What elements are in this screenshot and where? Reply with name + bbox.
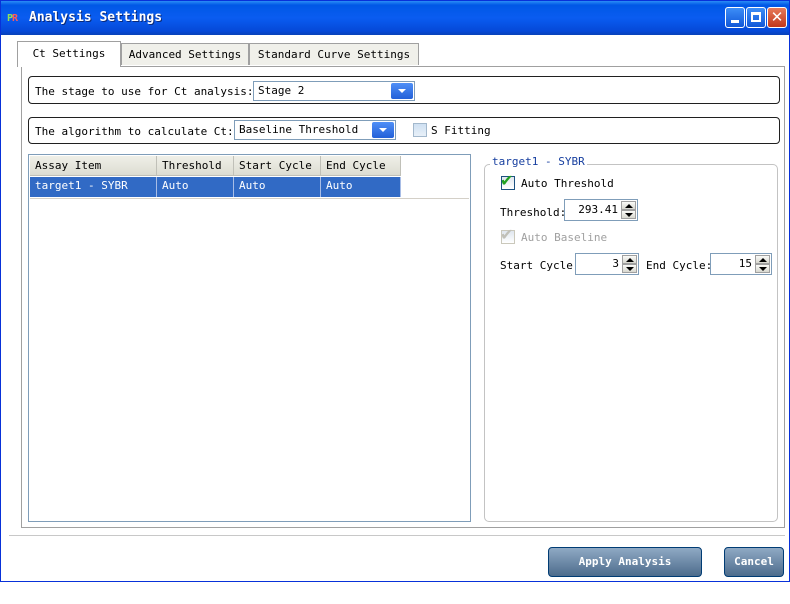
tab-standard-curve-settings[interactable]: Standard Curve Settings [249, 43, 419, 65]
window-title: Analysis Settings [29, 10, 163, 25]
algorithm-label: The algorithm to calculate Ct: [35, 125, 234, 138]
title-bar[interactable]: PR Analysis Settings ✕ [1, 1, 789, 35]
stage-select[interactable]: Stage 2 [253, 81, 415, 101]
cancel-button[interactable]: Cancel [724, 547, 784, 577]
threshold-value: 293.41 [578, 203, 618, 216]
column-header-assay-item[interactable]: Assay Item [30, 156, 157, 176]
stage-label: The stage to use for Ct analysis: [35, 85, 254, 98]
auto-baseline-label: Auto Baseline [521, 231, 608, 244]
tab-label: Advanced Settings [128, 48, 242, 61]
checkmark-icon: ✔ [500, 171, 514, 190]
s-fitting-label: S Fitting [431, 124, 491, 137]
analysis-settings-window: PR Analysis Settings ✕ Ct Settings Advan… [0, 0, 790, 596]
column-header-end-cycle[interactable]: End Cycle [321, 156, 401, 176]
app-icon: PR [7, 12, 23, 25]
threshold-label: Threshold: [500, 206, 567, 219]
auto-threshold-label: Auto Threshold [521, 177, 614, 190]
assay-table: Assay Item Threshold Start Cycle End Cyc… [28, 154, 471, 522]
tab-label: Ct Settings [32, 47, 106, 60]
minimize-icon [731, 20, 739, 23]
start-cycle-label: Start Cycle: [500, 259, 580, 272]
cell-threshold[interactable]: Auto [157, 177, 234, 197]
spin-up-icon[interactable] [755, 255, 770, 264]
column-header-start-cycle[interactable]: Start Cycle [234, 156, 321, 176]
tab-advanced-settings[interactable]: Advanced Settings [121, 43, 249, 65]
algorithm-select[interactable]: Baseline Threshold [234, 120, 396, 140]
minimize-button[interactable] [725, 7, 745, 28]
footer-divider [9, 535, 785, 536]
end-cycle-value: 15 [738, 257, 752, 270]
close-button[interactable]: ✕ [767, 7, 787, 28]
s-fitting-checkbox[interactable] [413, 123, 427, 137]
apply-analysis-settings-button[interactable]: Apply Analysis Settings [548, 547, 702, 596]
end-cycle-label: End Cycle: [646, 259, 713, 272]
tab-ct-settings[interactable]: Ct Settings [17, 41, 121, 67]
stage-select-value: Stage 2 [258, 84, 305, 97]
spin-down-icon[interactable] [621, 210, 636, 219]
cell-assay-item[interactable]: target1 - SYBR [30, 177, 157, 197]
target-legend: target1 - SYBR [490, 155, 587, 168]
chevron-down-icon[interactable] [372, 122, 394, 138]
spin-up-icon[interactable] [621, 201, 636, 210]
column-header-threshold[interactable]: Threshold [157, 156, 234, 176]
table-row-divider [30, 198, 469, 199]
auto-threshold-checkbox[interactable]: ✔ [500, 172, 515, 190]
checkmark-icon: ✔ [500, 225, 514, 244]
tab-label: Standard Curve Settings [257, 48, 411, 61]
cell-start-cycle[interactable]: Auto [234, 177, 321, 197]
app-icon-letter-r: R [12, 13, 18, 24]
start-cycle-value: 3 [612, 257, 619, 270]
threshold-spinner[interactable]: 293.41 [564, 199, 638, 221]
start-cycle-spinner[interactable]: 3 [575, 253, 639, 275]
spin-down-icon[interactable] [622, 264, 637, 273]
auto-baseline-checkbox[interactable]: ✔ [500, 226, 515, 244]
end-cycle-spinner[interactable]: 15 [710, 253, 772, 275]
close-icon: ✕ [770, 8, 784, 26]
cell-end-cycle[interactable]: Auto [321, 177, 401, 197]
spin-up-icon[interactable] [622, 255, 637, 264]
algorithm-select-value: Baseline Threshold [239, 123, 359, 136]
maximize-icon [751, 12, 761, 22]
maximize-button[interactable] [746, 7, 766, 28]
spin-down-icon[interactable] [755, 264, 770, 273]
chevron-down-icon[interactable] [391, 83, 413, 99]
